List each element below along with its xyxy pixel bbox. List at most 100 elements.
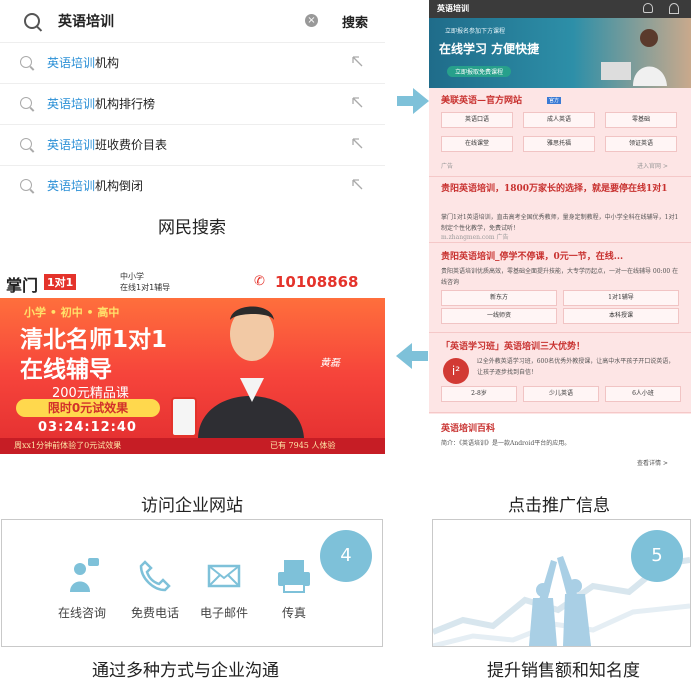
search-panel: 英语培训 × 搜索 英语培训机构 英语培训机构排行榜 英语培训班收费价目表 英语… xyxy=(0,0,385,205)
slogan-line2: 在线1对1辅导 xyxy=(120,283,171,292)
result-title[interactable]: 贵阳英语培训，1800万家长的选择，就是要停在线1对1 xyxy=(441,182,681,196)
results-top-bar: 英语培训 xyxy=(429,0,691,18)
bell-icon[interactable] xyxy=(643,3,653,13)
results-query: 英语培训 xyxy=(437,3,469,13)
search-input[interactable]: 英语培训 xyxy=(58,11,114,31)
search-icon xyxy=(20,56,32,68)
result-link[interactable]: 一线师资 xyxy=(441,308,557,324)
results-banner[interactable]: 立即报名参加下方课程 在线学习 方便快捷 立即报取免费课程 xyxy=(429,18,691,88)
ad-header: 掌门 1对1 中小学 在线1对1辅导 ✆ 10108868 xyxy=(0,266,385,299)
brand-tag: 1对1 xyxy=(44,274,77,290)
slogan-line1: 中小学 xyxy=(120,272,144,281)
search-button[interactable]: 搜索 xyxy=(342,12,368,31)
phone-icon: ✆ xyxy=(254,274,265,289)
result-card[interactable]: 贵阳英语培训，1800万家长的选择，就是要停在线1对1 掌门1对1英语培训，直击… xyxy=(429,178,691,243)
result-snippet: 简介：《英语培训》是一款Android平台的应用。 xyxy=(441,440,571,447)
banner-title: 在线学习 方便快捷 xyxy=(439,42,540,56)
fill-arrow-icon[interactable] xyxy=(351,178,363,190)
result-snippet: i2全外教英语学习班，600名优秀外教授课，让高中水平孩子开口说英语，让孩子逐步… xyxy=(477,358,675,376)
result-snippet: 贵阳英语培训优质高效，零基础全面提升技能，大专学历起点，一对一在线辅导 00:0… xyxy=(441,268,679,286)
headline-line2: 在线辅导 xyxy=(20,357,112,383)
result-title[interactable]: 英语培训百科 xyxy=(441,422,495,436)
more-link[interactable]: 查看详情 > xyxy=(637,458,668,469)
search-icon xyxy=(24,13,40,29)
step-number-badge: 5 xyxy=(631,530,683,582)
person-laptop-illustration xyxy=(601,29,667,86)
suggestion-item[interactable]: 英语培训班收费价目表 xyxy=(0,125,385,166)
official-badge: 官方 xyxy=(547,97,562,104)
phone-number[interactable]: 10108868 xyxy=(275,273,359,291)
spokesperson-photo xyxy=(171,306,304,438)
suggestion-item[interactable]: 英语培训机构倒闭 xyxy=(0,166,385,206)
fill-arrow-icon[interactable] xyxy=(351,137,363,149)
ad-banner[interactable]: 小学 • 初中 • 高中 清北名师1对1 在线辅导 200元精品课 限时0元试效… xyxy=(0,298,385,438)
email-icon[interactable] xyxy=(207,562,241,590)
search-icon xyxy=(20,179,32,191)
result-card[interactable]: 英语培训百科 简介：《英语培训》是一款Android平台的应用。 查看详情 > xyxy=(429,414,691,470)
caption-step4: 通过多种方式与企业沟通 xyxy=(92,661,279,681)
result-link[interactable]: 零基础 xyxy=(605,112,677,128)
result-link[interactable]: 在线课堂 xyxy=(441,136,513,152)
fax-icon[interactable] xyxy=(276,558,312,594)
result-link[interactable]: 6人小班 xyxy=(605,386,681,402)
headline-line1: 清北名师1对1 xyxy=(20,327,168,353)
free-trial-button[interactable]: 限时0元试效果 xyxy=(16,399,160,417)
result-card[interactable]: 贵阳英语培训_停学不停课，0元一节，在线... 贵阳英语培训优质高效，零基础全面… xyxy=(429,246,691,333)
result-title[interactable]: 贵阳英语培训_停学不停课，0元一节，在线... xyxy=(441,250,681,264)
footer-activity: 周xx1分钟前体验了0元试效果 xyxy=(14,441,122,450)
search-icon xyxy=(20,138,32,150)
suggestion-item[interactable]: 英语培训机构 xyxy=(0,43,385,84)
grades-text: 小学 • 初中 • 高中 xyxy=(24,306,120,319)
result-link[interactable]: 领证英语 xyxy=(605,136,677,152)
suggestion-text: 英语培训机构排行榜 xyxy=(47,97,156,111)
suggestion-item[interactable]: 英语培训机构排行榜 xyxy=(0,84,385,125)
caption-step3: 访问企业网站 xyxy=(141,496,243,516)
result-url: m.zhangmen.com 广告 xyxy=(441,234,509,241)
arrow-right-icon xyxy=(397,88,429,114)
search-bar[interactable]: 英语培训 × 搜索 xyxy=(0,0,385,43)
chat-person-icon[interactable] xyxy=(64,558,100,594)
growth-panel: 5 xyxy=(432,519,691,647)
user-icon[interactable] xyxy=(669,3,679,14)
contact-label[interactable]: 电子邮件 xyxy=(189,604,259,621)
fill-arrow-icon[interactable] xyxy=(351,96,363,108)
signature: 黄磊 xyxy=(320,358,340,369)
caption-step1: 网民搜索 xyxy=(158,218,226,238)
ad-footer: 周xx1分钟前体验了0元试效果 已有 7945 人体验 xyxy=(0,438,385,454)
brand-name: 掌门 xyxy=(6,276,39,295)
contact-label[interactable]: 免费电话 xyxy=(120,604,190,621)
result-title[interactable]: 美联英语—官方网站 xyxy=(441,94,522,108)
result-link[interactable]: 1对1辅导 xyxy=(563,290,679,306)
suggestion-text: 英语培训班收费价目表 xyxy=(47,138,168,152)
caption-step2: 点击推广信息 xyxy=(508,496,610,516)
phone-icon[interactable] xyxy=(137,558,173,594)
enterprise-site-ad[interactable]: 掌门 1对1 中小学 在线1对1辅导 ✆ 10108868 小学 • 初中 • … xyxy=(0,266,385,454)
suggestion-text: 英语培训机构 xyxy=(47,56,120,70)
fill-arrow-icon[interactable] xyxy=(351,55,363,67)
result-link[interactable]: 少儿英语 xyxy=(523,386,599,402)
result-link[interactable]: 新东方 xyxy=(441,290,557,306)
caption-step5: 提升销售额和知名度 xyxy=(487,661,640,681)
footer-count: 已有 7945 人体验 xyxy=(270,441,336,450)
result-card[interactable]: 「英语学习班」英语培训三大优势！ i² i2全外教英语学习班，600名优秀外教授… xyxy=(429,336,691,413)
brand-logo: i² xyxy=(443,358,469,384)
countdown-timer: 03:24:12:40 xyxy=(38,420,137,435)
result-link[interactable]: 雅思托福 xyxy=(523,136,595,152)
result-snippet: 掌门1对1英语培训，直击高考全国优秀教师，量身定制教程，中小学全科在线辅导，1对… xyxy=(441,214,679,232)
banner-button[interactable]: 立即报取免费课程 xyxy=(447,66,512,77)
more-link[interactable]: 进入官网 > xyxy=(637,161,668,172)
contact-label[interactable]: 传真 xyxy=(259,604,329,621)
result-card[interactable]: 美联英语—官方网站 官方 英语口语 成人英语 零基础 在线课堂 雅思托福 领证英… xyxy=(429,90,691,177)
contact-panel: 在线咨询 免费电话 电子邮件 传真 4 xyxy=(1,519,383,647)
result-link[interactable]: 2-8岁 xyxy=(441,386,517,402)
result-link[interactable]: 成人英语 xyxy=(523,112,595,128)
search-icon xyxy=(20,97,32,109)
ad-label: 广告 xyxy=(441,163,454,170)
contact-label[interactable]: 在线咨询 xyxy=(47,604,117,621)
step-number-badge: 4 xyxy=(320,530,372,582)
clear-icon[interactable]: × xyxy=(305,14,318,27)
result-link[interactable]: 本科授课 xyxy=(563,308,679,324)
result-title[interactable]: 「英语学习班」英语培训三大优势！ xyxy=(441,340,681,354)
result-link[interactable]: 英语口语 xyxy=(441,112,513,128)
banner-subtitle: 立即报名参加下方课程 xyxy=(445,28,506,35)
